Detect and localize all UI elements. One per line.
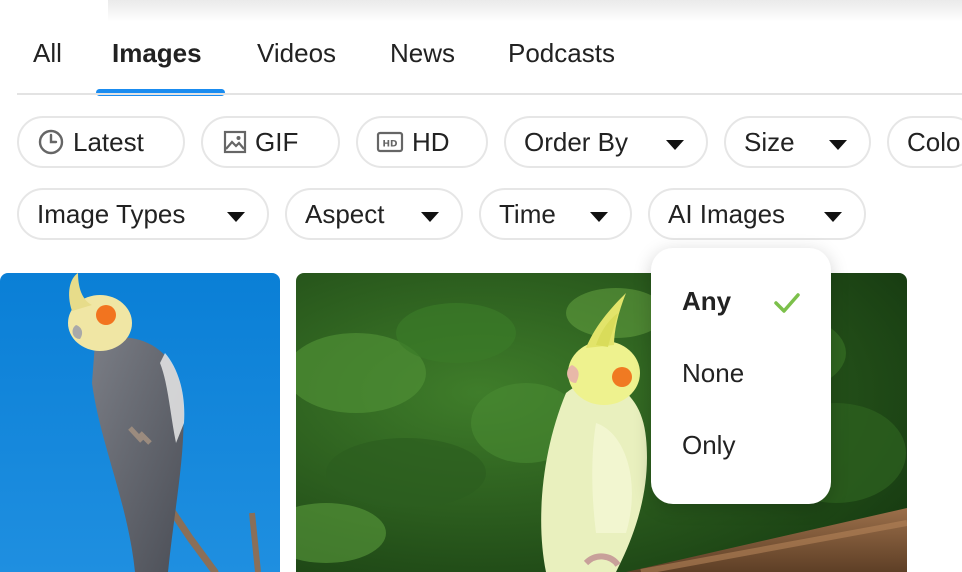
filter-latest-label: Latest	[73, 126, 144, 157]
image-result-1[interactable]	[0, 273, 280, 572]
filter-image-types-label: Image Types	[37, 198, 186, 229]
filter-size[interactable]: Size	[724, 116, 871, 168]
chevron-down-icon	[824, 212, 842, 222]
tabs-divider	[17, 93, 962, 95]
ai-option-any[interactable]: Any	[682, 286, 731, 317]
filter-latest[interactable]: Latest	[17, 116, 185, 168]
filter-color-label: Colo	[907, 126, 961, 157]
chevron-down-icon	[590, 212, 608, 222]
chevron-down-icon	[421, 212, 439, 222]
ai-option-only[interactable]: Only	[682, 430, 735, 461]
hd-icon: HD	[376, 128, 404, 156]
svg-text:HD: HD	[382, 140, 397, 150]
filter-ai-images[interactable]: AI Images	[648, 188, 866, 240]
filter-order-by[interactable]: Order By	[504, 116, 708, 168]
chevron-down-icon	[666, 140, 684, 150]
ai-images-dropdown: Any None Only	[651, 248, 831, 504]
tab-images[interactable]: Images	[112, 38, 202, 69]
filter-color[interactable]: Colo	[887, 116, 962, 168]
ai-option-none[interactable]: None	[682, 358, 744, 389]
filter-image-types[interactable]: Image Types	[17, 188, 269, 240]
tab-podcasts[interactable]: Podcasts	[508, 38, 615, 69]
filter-order-by-label: Order By	[524, 126, 629, 157]
tab-news[interactable]: News	[390, 38, 455, 69]
filter-aspect[interactable]: Aspect	[285, 188, 463, 240]
filter-aspect-label: Aspect	[305, 198, 385, 229]
tab-all[interactable]: All	[33, 38, 62, 69]
filter-hd[interactable]: HD HD	[356, 116, 488, 168]
cockatiel-photo-1	[0, 273, 280, 572]
clock-icon	[37, 128, 65, 156]
filter-time-label: Time	[499, 198, 556, 229]
filter-gif-label: GIF	[255, 126, 299, 157]
filter-ai-images-label: AI Images	[668, 198, 786, 229]
filter-hd-label: HD	[412, 126, 450, 157]
chevron-down-icon	[227, 212, 245, 222]
filter-time[interactable]: Time	[479, 188, 632, 240]
tab-videos[interactable]: Videos	[257, 38, 336, 69]
filter-gif[interactable]: GIF	[201, 116, 340, 168]
checkmark-icon	[774, 293, 800, 313]
search-tabs: All Images Videos News Podcasts	[0, 0, 962, 96]
image-icon	[221, 128, 249, 156]
chevron-down-icon	[829, 140, 847, 150]
filter-size-label: Size	[744, 126, 795, 157]
